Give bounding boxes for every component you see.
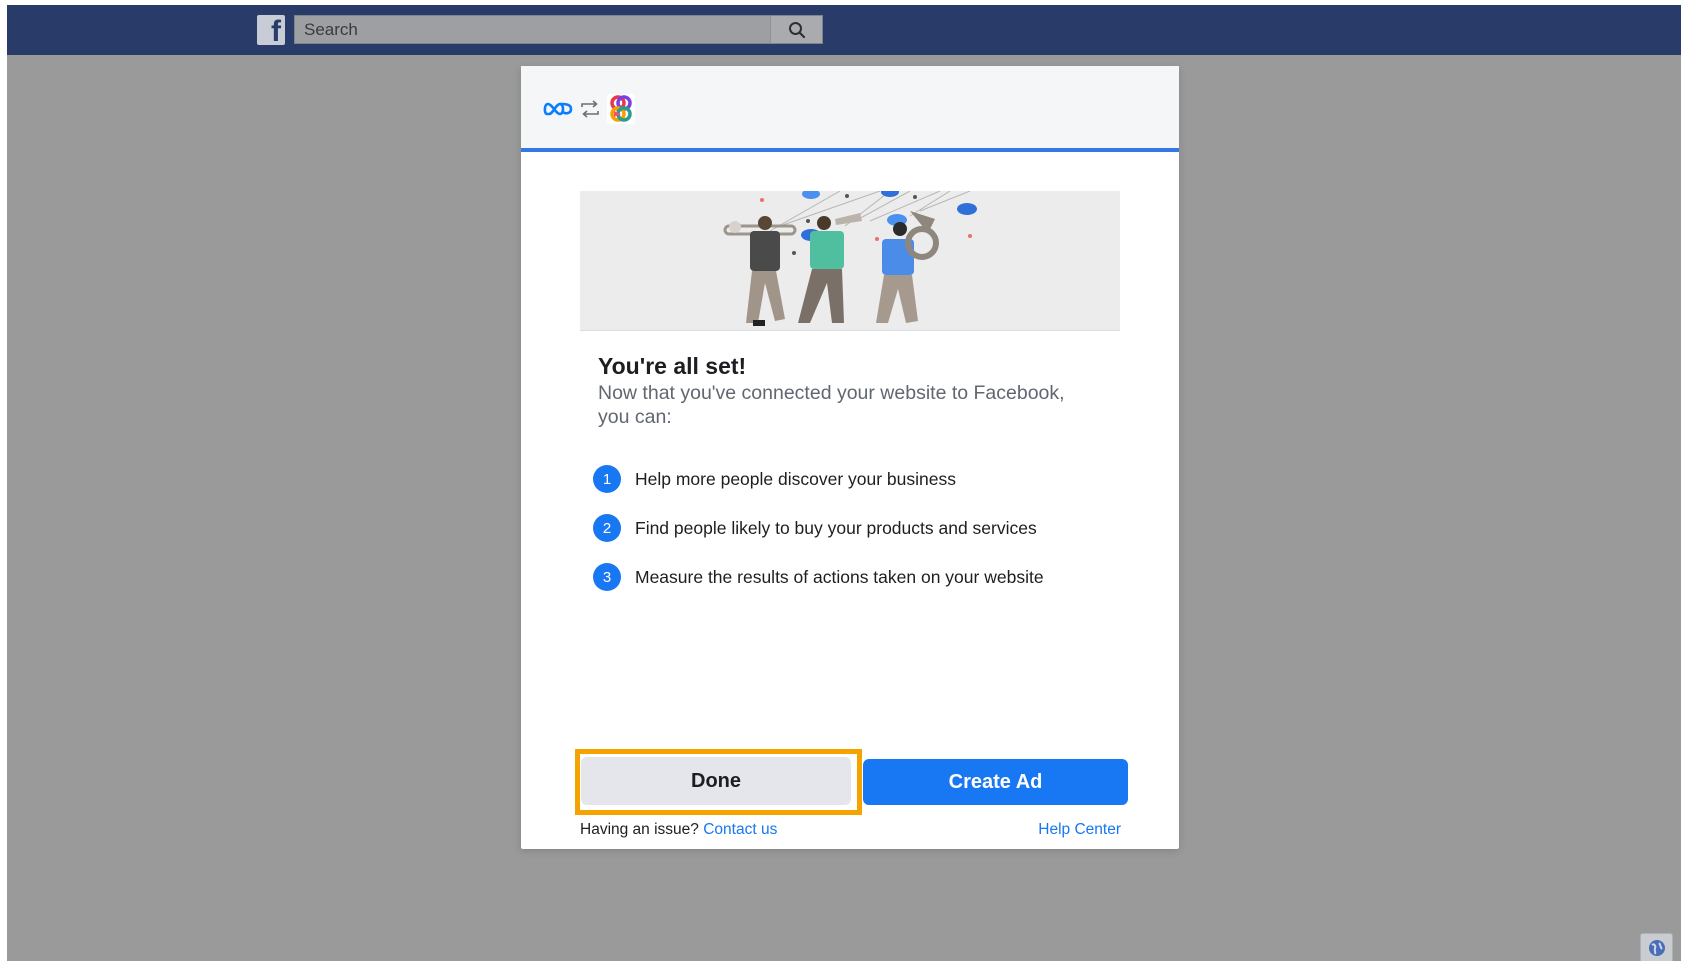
list-item: 2 Find people likely to buy your product…: [593, 514, 1044, 542]
benefit-text: Measure the results of actions taken on …: [635, 566, 1044, 587]
benefit-text: Help more people discover your business: [635, 468, 956, 489]
dialog-title: You're all set!: [598, 353, 747, 379]
help-footer: Help Center: [1038, 821, 1121, 839]
musicians-illustration: [580, 191, 1120, 331]
header-logos: [543, 94, 635, 124]
search-button[interactable]: [770, 16, 822, 43]
partner-app-icon: [607, 94, 635, 124]
page-backdrop: f Search You're all set! Now that you've…: [7, 5, 1681, 961]
search-input[interactable]: [295, 16, 770, 43]
step-number-badge: 1: [593, 465, 621, 493]
done-button[interactable]: Done: [581, 757, 851, 805]
facebook-logo-letter: f: [271, 15, 281, 46]
list-item: 3 Measure the results of actions taken o…: [593, 563, 1044, 591]
help-center-link[interactable]: Help Center: [1038, 821, 1121, 838]
search-bar: [294, 15, 823, 44]
facebook-logo[interactable]: f: [257, 15, 285, 45]
meta-infinity-icon: [543, 102, 573, 116]
issue-label: Having an issue?: [580, 821, 699, 838]
globe-icon: [1648, 939, 1665, 956]
language-button[interactable]: [1640, 933, 1673, 961]
benefits-list: 1 Help more people discover your busines…: [593, 465, 1044, 612]
support-footer: Having an issue? Contact us: [580, 821, 777, 839]
dialog-header: [521, 66, 1179, 152]
list-item: 1 Help more people discover your busines…: [593, 465, 1044, 493]
step-number-badge: 3: [593, 563, 621, 591]
top-navigation-bar: f: [7, 5, 1681, 55]
connection-success-dialog: You're all set! Now that you've connecte…: [521, 66, 1179, 849]
search-icon: [788, 21, 805, 38]
contact-us-link[interactable]: Contact us: [703, 821, 777, 838]
create-ad-button[interactable]: Create Ad: [863, 759, 1128, 805]
dialog-subtitle: Now that you've connected your website t…: [598, 382, 1065, 428]
sync-arrows-icon: [581, 100, 599, 118]
benefit-text: Find people likely to buy your products …: [635, 517, 1037, 538]
step-number-badge: 2: [593, 514, 621, 542]
